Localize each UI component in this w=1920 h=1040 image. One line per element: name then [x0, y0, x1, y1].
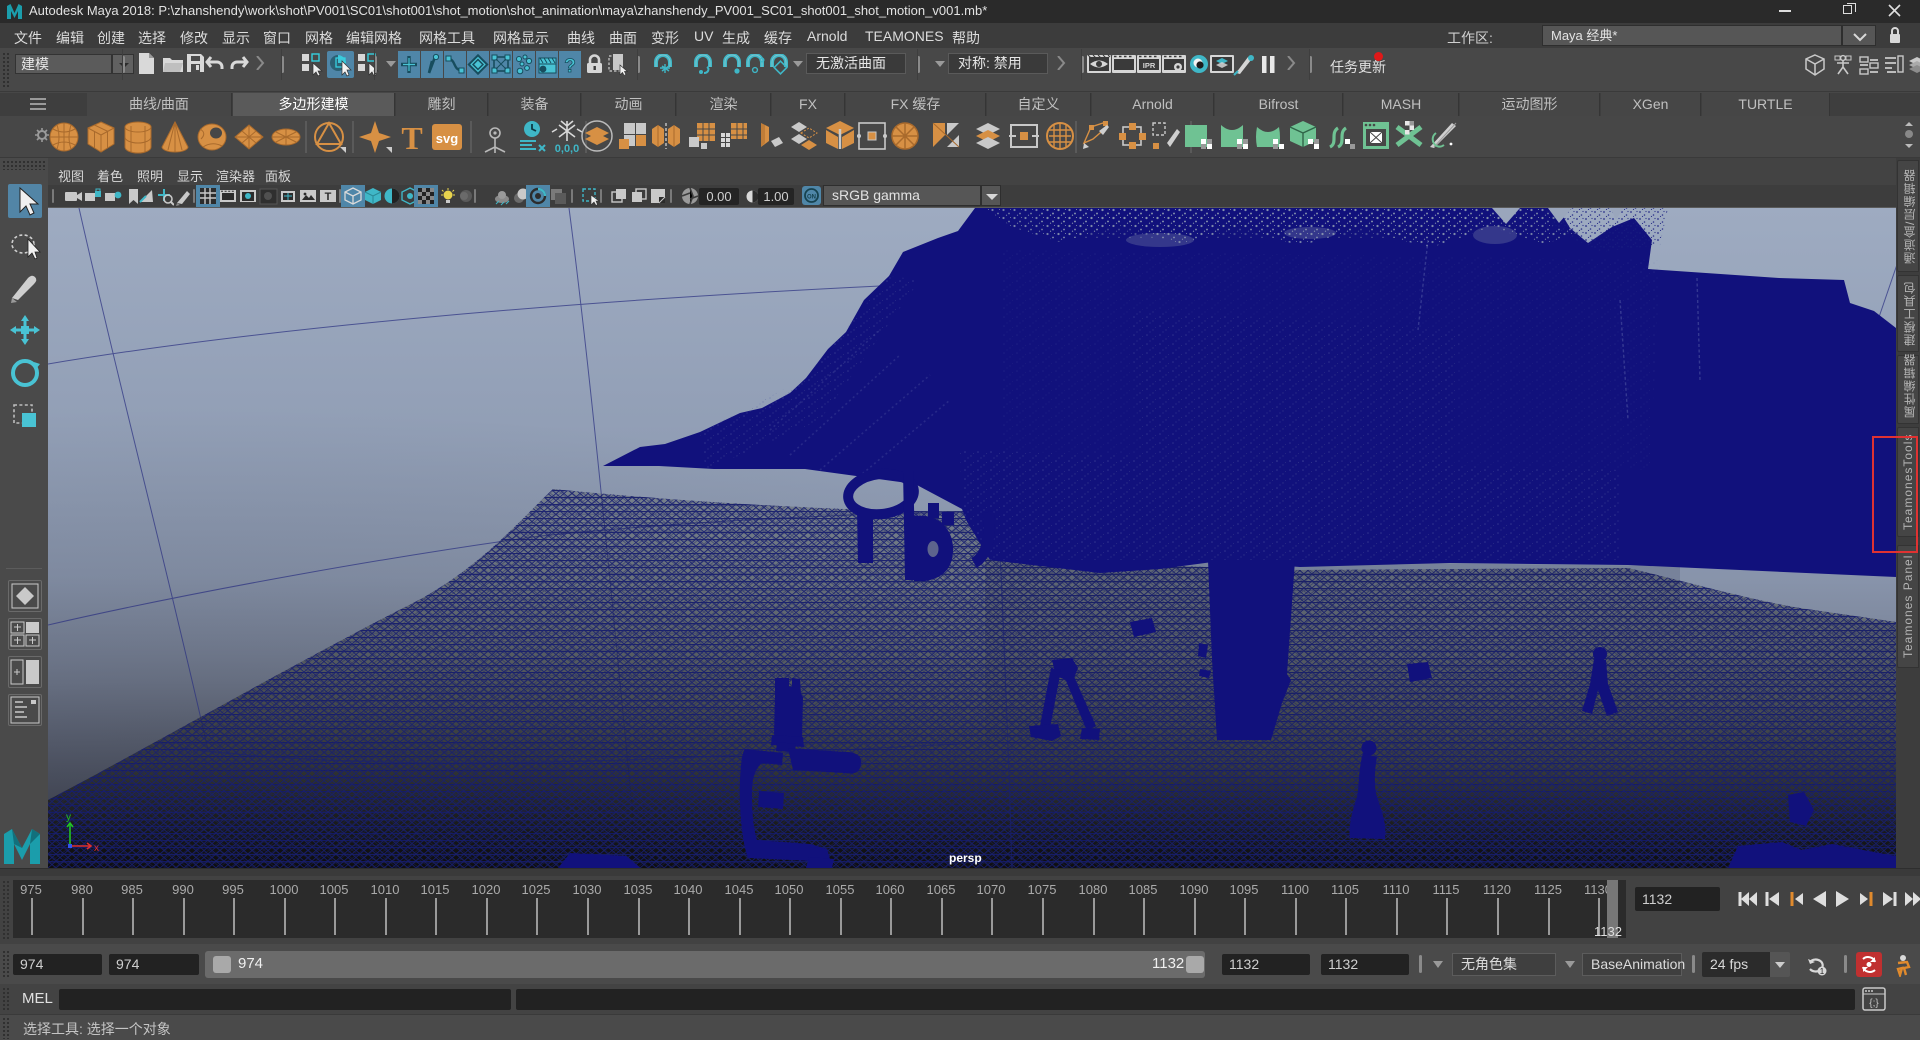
svg-text:y: y	[66, 812, 71, 823]
svg-text:svg: svg	[436, 131, 458, 146]
svg-text:?: ?	[564, 56, 576, 77]
svg-text:{;}: {;}	[1869, 998, 1879, 1009]
svg-text:T: T	[401, 120, 422, 155]
svg-text:0,0,0: 0,0,0	[555, 143, 579, 155]
svg-text:T: T	[325, 191, 332, 203]
svg-text:persp: persp	[949, 851, 982, 865]
svg-text:ON: ON	[807, 195, 816, 201]
svg-text:1: 1	[1820, 967, 1825, 976]
svg-text:x: x	[94, 843, 99, 854]
svg-text:IPR: IPR	[1143, 61, 1156, 70]
